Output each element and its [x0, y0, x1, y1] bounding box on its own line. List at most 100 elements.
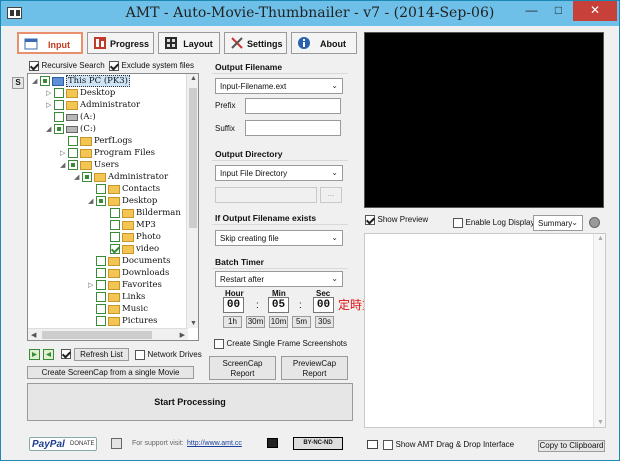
tab-progress[interactable]: Progress: [87, 32, 154, 54]
scroll-down-arrow[interactable]: ▼: [190, 320, 197, 327]
if-exists-select[interactable]: Skip creating file ⌄: [215, 230, 343, 246]
tree-item[interactable]: Links: [88, 292, 145, 304]
create-screencap-button[interactable]: Create ScreenCap from a single Movie: [27, 366, 194, 379]
tab-about[interactable]: About: [291, 32, 357, 54]
start-processing-button[interactable]: Start Processing: [27, 383, 353, 421]
prefix-input[interactable]: [245, 98, 341, 114]
tree-item-checkbox[interactable]: [96, 268, 106, 278]
log-scroll-up-arrow[interactable]: ▲: [597, 235, 604, 242]
tree-item[interactable]: ▷ Program Files: [60, 148, 155, 160]
show-preview-checkbox[interactable]: [365, 214, 375, 225]
refresh-list-button[interactable]: Refresh List: [74, 348, 129, 361]
network-drives-option[interactable]: Network Drives: [135, 349, 202, 360]
tree-item-checkbox[interactable]: [96, 304, 106, 314]
expand-arrow-icon[interactable]: ▷: [88, 281, 96, 289]
tree-item-checkbox[interactable]: [110, 232, 120, 242]
preset-30m-button[interactable]: 30m: [246, 316, 265, 328]
tree-vertical-thumb[interactable]: [189, 88, 197, 228]
preset-30s-button[interactable]: 30s: [315, 316, 334, 328]
tree-item-checkbox[interactable]: [110, 208, 120, 218]
screencap-report-button[interactable]: ScreenCap Report: [209, 356, 276, 380]
tree-item-checkbox[interactable]: [54, 88, 64, 98]
select-all-checkbox[interactable]: [61, 349, 71, 359]
tree-item[interactable]: ▷ Desktop: [46, 88, 115, 100]
tree-item-checkbox[interactable]: [96, 184, 106, 194]
expand-arrow-icon[interactable]: ▷: [46, 101, 54, 109]
tree-item[interactable]: ▷ Favorites: [88, 280, 162, 292]
tree-vertical-scrollbar[interactable]: ▲ ▼: [186, 74, 198, 328]
enable-log-checkbox[interactable]: [453, 217, 463, 228]
tree-horizontal-thumb[interactable]: [42, 331, 152, 339]
tab-settings[interactable]: Settings: [224, 32, 287, 54]
tree-item[interactable]: Music: [88, 304, 148, 316]
tree-item-checkbox[interactable]: [110, 220, 120, 230]
tree-item-checkbox[interactable]: [96, 292, 106, 302]
paypal-donate-button[interactable]: PayPal DONATE: [29, 437, 97, 451]
tree-item[interactable]: Contacts: [88, 184, 160, 196]
log-scroll-down-arrow[interactable]: ▼: [597, 419, 604, 426]
minimize-button[interactable]: —: [518, 1, 545, 21]
preset-10m-button[interactable]: 10m: [269, 316, 288, 328]
scroll-right-arrow[interactable]: ▶: [180, 331, 185, 339]
tree-item-checkbox[interactable]: [110, 244, 120, 254]
tree-item[interactable]: Bilderman: [102, 208, 181, 220]
output-directory-select[interactable]: Input File Directory ⌄: [215, 165, 343, 181]
browse-button[interactable]: ...: [320, 187, 342, 203]
collapse-arrow-icon[interactable]: ◢: [88, 197, 96, 205]
tree-item-checkbox[interactable]: [54, 100, 64, 110]
tab-layout[interactable]: Layout: [158, 32, 220, 54]
maximize-button[interactable]: □: [545, 1, 572, 21]
tree-horizontal-scrollbar[interactable]: ◀ ▶: [28, 328, 188, 340]
preset-1h-button[interactable]: 1h: [223, 316, 242, 328]
tab-input[interactable]: Input: [17, 32, 83, 54]
previewcap-report-button[interactable]: PreviewCap Report: [281, 356, 348, 380]
show-dragdrop-option[interactable]: Show AMT Drag & Drop Interface: [383, 439, 514, 450]
single-frame-option[interactable]: Create Single Frame Screenshots: [214, 338, 347, 349]
tree-item[interactable]: (A:): [46, 112, 96, 124]
hour-field[interactable]: 00: [223, 297, 244, 313]
tree-item-checkbox[interactable]: [54, 124, 64, 134]
tree-item[interactable]: Photo: [102, 232, 161, 244]
tree-item-checkbox[interactable]: [54, 112, 64, 122]
sec-field[interactable]: 00: [313, 297, 334, 313]
enable-log-option[interactable]: Enable Log Display: [453, 217, 534, 228]
tree-item[interactable]: ▷ Administrator: [46, 100, 140, 112]
tree-item-checkbox[interactable]: [96, 316, 106, 326]
recursive-search-option[interactable]: Recursive Search: [29, 60, 105, 71]
support-link[interactable]: http://www.amt.cc: [187, 440, 242, 447]
tree-item-checkbox[interactable]: [82, 172, 92, 182]
tree-item-checkbox[interactable]: [68, 160, 78, 170]
show-dragdrop-checkbox[interactable]: [383, 439, 393, 450]
log-scrollbar[interactable]: ▲ ▼: [593, 234, 605, 427]
tree-item[interactable]: ◢ This PC (PK3): [32, 75, 130, 88]
exclude-system-checkbox[interactable]: [109, 60, 119, 71]
preset-5m-button[interactable]: 5m: [292, 316, 311, 328]
tree-item[interactable]: ◢ Users: [60, 160, 119, 172]
scroll-up-arrow[interactable]: ▲: [190, 75, 197, 82]
tree-item[interactable]: Documents: [88, 256, 171, 268]
min-field[interactable]: 05: [268, 297, 289, 313]
tree-item-checkbox[interactable]: [68, 136, 78, 146]
tree-item-checkbox[interactable]: [96, 256, 106, 266]
tree-item[interactable]: Pictures: [88, 316, 158, 328]
copy-clipboard-button[interactable]: Copy to Clipboard: [538, 440, 605, 452]
collapse-arrow-icon[interactable]: ◢: [74, 173, 82, 181]
collapse-arrow-icon[interactable]: ◢: [46, 125, 54, 133]
show-preview-option[interactable]: Show Preview: [365, 214, 428, 225]
close-button[interactable]: ✕: [573, 1, 617, 21]
tree-item-checkbox[interactable]: [96, 196, 106, 206]
exclude-system-option[interactable]: Exclude system files: [109, 60, 194, 71]
scroll-left-arrow[interactable]: ◀: [31, 331, 36, 339]
side-s-button[interactable]: S: [12, 77, 24, 89]
tree-item[interactable]: video: [102, 244, 159, 256]
collapse-arrow-icon[interactable]: ◢: [60, 161, 68, 169]
tree-item-checkbox[interactable]: [68, 148, 78, 158]
network-drives-checkbox[interactable]: [135, 349, 145, 360]
expand-all-icon[interactable]: [29, 349, 40, 360]
batch-timer-select[interactable]: Restart after ⌄: [215, 271, 343, 287]
tree-item[interactable]: Downloads: [88, 268, 169, 280]
expand-arrow-icon[interactable]: ▷: [60, 149, 68, 157]
collapse-arrow-icon[interactable]: ◢: [32, 77, 40, 85]
tree-item[interactable]: ◢ Administrator: [74, 172, 168, 184]
expand-arrow-icon[interactable]: ▷: [46, 89, 54, 97]
